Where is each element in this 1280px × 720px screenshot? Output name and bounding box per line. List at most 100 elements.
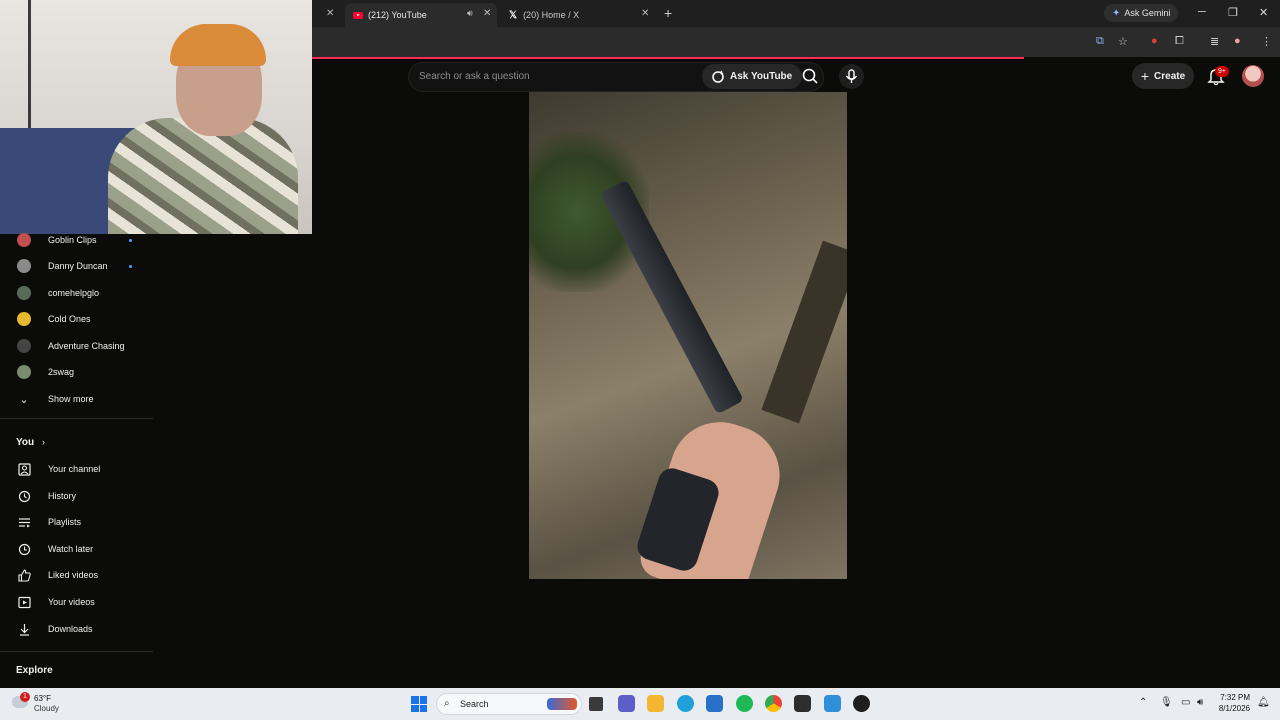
more-menu-icon[interactable]: ⋮ <box>1261 35 1272 48</box>
photos-icon[interactable] <box>824 695 841 712</box>
channel-avatar <box>17 312 31 326</box>
close-icon[interactable]: ✕ <box>326 8 334 19</box>
store-icon[interactable] <box>706 695 723 712</box>
sidebar-item-label: Liked videos <box>48 570 99 580</box>
person-hat <box>170 24 266 66</box>
install-app-icon[interactable]: ⧉ <box>1096 35 1104 48</box>
channel-avatar <box>17 259 31 273</box>
person-body <box>108 118 298 234</box>
sidebar-item-2swag[interactable]: 2swag <box>0 359 153 385</box>
tab-youtube[interactable]: (212) YouTube 🔊︎ ✕ <box>345 3 497 27</box>
chevron-right-icon: › <box>41 437 45 447</box>
sidebar-item-label: Playlists <box>48 517 82 527</box>
voice-search-button[interactable] <box>839 64 864 89</box>
plus-icon: + <box>1140 68 1150 84</box>
media-controls-icon[interactable]: ≣ <box>1210 35 1219 48</box>
youtube-favicon-icon <box>353 11 363 19</box>
speaker-icon[interactable]: 🔊︎ <box>467 8 473 19</box>
notification-count-badge: 9+ <box>1215 66 1229 77</box>
sidebar-item-your-videos[interactable]: Your videos <box>0 589 153 615</box>
history-icon <box>17 489 31 503</box>
search-button[interactable] <box>798 64 823 89</box>
chevron-down-icon: ⌄ <box>19 393 29 406</box>
weather-temperature[interactable]: 63°F <box>34 694 51 703</box>
taskbar-search-label: Search <box>460 699 489 709</box>
profile-icon[interactable]: ● <box>1234 35 1241 47</box>
ask-gemini-label: Ask Gemini <box>1124 8 1171 18</box>
app-lightning-icon[interactable] <box>794 695 811 712</box>
you-heading-label: You <box>16 437 35 448</box>
video-tree-trunk <box>761 240 847 424</box>
new-content-dot <box>129 238 132 242</box>
search-highlight-icon <box>547 698 577 710</box>
sidebar-item-label: Adventure Chasing <box>48 341 125 351</box>
close-icon[interactable]: ✕ <box>483 8 491 19</box>
explore-section-heading: Explore <box>16 665 53 676</box>
edge-icon[interactable] <box>677 695 694 712</box>
show-hidden-icons-icon[interactable]: ⌃ <box>1139 697 1147 708</box>
sidebar-item-your-channel[interactable]: Your channel <box>0 456 153 482</box>
sidebar-item-danny-duncan[interactable]: Danny Duncan <box>0 253 153 279</box>
tab-title: (20) Home / X <box>523 10 580 20</box>
show-more-label: Show more <box>48 394 94 404</box>
notification-center-icon[interactable]: 🔔︎ <box>1257 697 1270 708</box>
sidebar-divider <box>0 651 153 652</box>
task-view-icon[interactable] <box>589 697 603 711</box>
weather-alert-badge: 1 <box>20 692 30 702</box>
ask-gemini-button[interactable]: ✦ Ask Gemini <box>1104 4 1179 22</box>
search-placeholder: Search or ask a question <box>419 71 530 82</box>
screen: ✕ (212) YouTube 🔊︎ ✕ 𝕏 (20) Home / X ✕ +… <box>0 0 1280 720</box>
new-tab-icon[interactable]: + <box>664 5 672 21</box>
video-player[interactable] <box>529 92 847 579</box>
ask-youtube-button[interactable]: Ask YouTube <box>702 64 803 89</box>
video-pistol-barrel <box>600 179 744 415</box>
chrome-icon[interactable] <box>765 695 782 712</box>
sidebar-item-label: Your channel <box>48 464 101 474</box>
close-icon[interactable]: ✕ <box>641 8 649 19</box>
bookmark-star-icon[interactable]: ☆ <box>1118 35 1128 48</box>
tab-x[interactable]: 𝕏 (20) Home / X ✕ <box>500 3 658 27</box>
microphone-tray-icon[interactable]: 🎙︎ <box>1160 697 1173 708</box>
sidebar-item-adventure-chasing[interactable]: Adventure Chasing <box>0 333 153 359</box>
you-section-heading[interactable]: You › <box>16 437 45 448</box>
extensions-puzzle-icon[interactable]: ⧠ <box>1175 35 1184 48</box>
weather-description[interactable]: Cloudy <box>34 704 59 713</box>
sidebar-item-liked-videos[interactable]: Liked videos <box>0 562 153 588</box>
clock-date[interactable]: 8/1/2026 <box>1212 704 1250 713</box>
channel-avatar <box>17 339 31 353</box>
webcam-overlay <box>0 0 312 234</box>
windows-start-icon[interactable] <box>411 696 427 712</box>
create-button[interactable]: + Create <box>1132 63 1194 89</box>
steam-icon[interactable] <box>853 695 870 712</box>
clock-time[interactable]: 7:32 PM <box>1218 693 1250 702</box>
sidebar-item-label: Downloads <box>48 624 93 634</box>
volume-icon[interactable]: 🔊︎ <box>1197 697 1203 708</box>
account-avatar[interactable] <box>1242 65 1264 87</box>
extension-red-icon[interactable]: ● <box>1151 35 1158 47</box>
sidebar-item-comehelpglo[interactable]: comehelpglo <box>0 280 153 306</box>
sidebar-item-label: History <box>48 491 77 501</box>
sidebar-item-label: Danny Duncan <box>48 261 108 271</box>
file-explorer-icon[interactable] <box>647 695 664 712</box>
sidebar-item-label: 2swag <box>48 367 75 377</box>
ask-youtube-label: Ask YouTube <box>730 71 793 82</box>
network-icon[interactable]: ▭ <box>1181 697 1190 708</box>
sidebar-item-goblin-clips[interactable]: Goblin Clips <box>0 227 153 253</box>
sidebar-item-downloads[interactable]: Downloads <box>0 616 153 642</box>
show-more-button[interactable]: ⌄ Show more <box>0 386 153 412</box>
sidebar-item-watch-later[interactable]: Watch later <box>0 536 153 562</box>
previous-tab-close[interactable]: ✕ <box>318 3 340 27</box>
ask-youtube-icon <box>712 70 724 83</box>
sidebar-item-history[interactable]: History <box>0 483 153 509</box>
sidebar-item-cold-ones[interactable]: Cold Ones <box>0 306 153 332</box>
playlists-icon <box>17 515 31 529</box>
sidebar-item-label: comehelpglo <box>48 288 100 298</box>
sidebar-item-label: Watch later <box>48 544 94 554</box>
minimize-icon[interactable]: ─ <box>1198 6 1206 18</box>
sidebar-item-playlists[interactable]: Playlists <box>0 509 153 535</box>
spotify-icon[interactable] <box>736 695 753 712</box>
close-window-icon[interactable]: ✕ <box>1259 6 1268 19</box>
restore-icon[interactable]: ❐ <box>1228 6 1238 19</box>
taskbar-search-box[interactable]: ⌕ Search <box>436 693 582 715</box>
teams-icon[interactable] <box>618 695 635 712</box>
